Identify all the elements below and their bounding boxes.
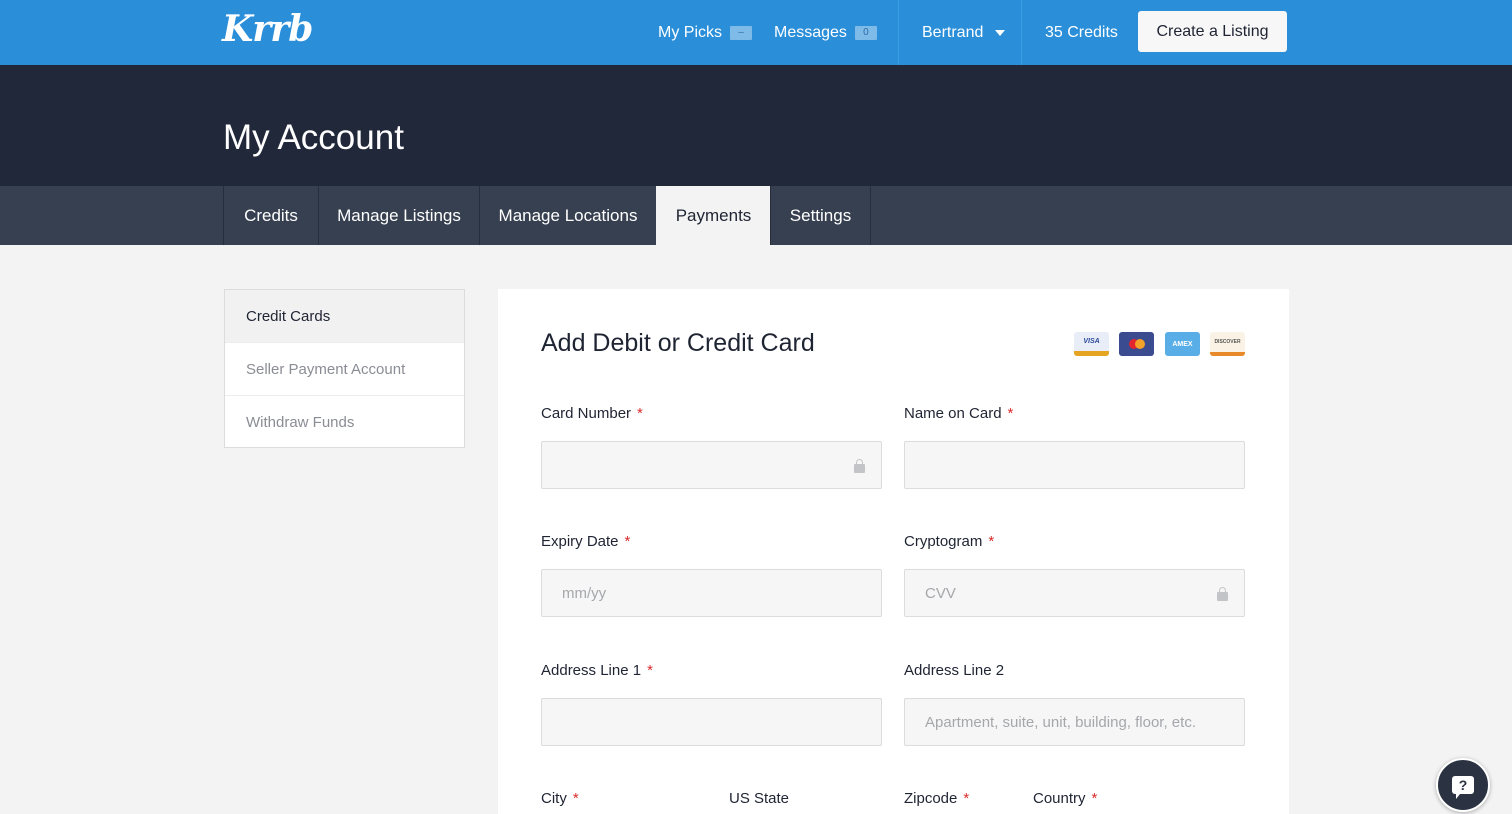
required-mark: * <box>572 790 579 807</box>
required-mark: * <box>647 662 653 679</box>
credits-link[interactable]: 35 Credits <box>1045 0 1118 65</box>
help-chat-button[interactable]: ? <box>1436 758 1490 812</box>
expiry-date-input[interactable] <box>541 569 882 617</box>
expiry-date-label-text: Expiry Date <box>541 533 619 550</box>
cryptogram-label: Cryptogram * <box>904 533 994 550</box>
payments-sidebar: Credit Cards Seller Payment Account With… <box>224 289 465 448</box>
required-mark: * <box>1091 790 1098 807</box>
required-mark: * <box>637 405 643 422</box>
tab-manage-locations[interactable]: Manage Locations <box>479 186 656 245</box>
address-line-2-input[interactable] <box>904 698 1245 746</box>
tab-manage-listings[interactable]: Manage Listings <box>318 186 479 245</box>
name-on-card-input[interactable] <box>904 441 1245 489</box>
lock-icon <box>854 459 865 473</box>
page-title: My Account <box>223 118 404 157</box>
visa-icon: VISA <box>1074 332 1109 356</box>
create-listing-button[interactable]: Create a Listing <box>1138 11 1287 52</box>
required-mark: * <box>963 790 970 807</box>
mastercard-icon <box>1119 332 1154 356</box>
card-number-input[interactable] <box>541 441 882 489</box>
address-line-1-input[interactable] <box>541 698 882 746</box>
tab-divider <box>870 186 871 245</box>
expiry-date-label: Expiry Date * <box>541 533 630 550</box>
sidebar-item-seller-payment-account[interactable]: Seller Payment Account <box>225 343 464 396</box>
nav-divider <box>1021 0 1022 65</box>
address-line-1-label: Address Line 1 * <box>541 662 653 679</box>
krrb-logo[interactable]: Krrb <box>222 8 313 50</box>
form-title: Add Debit or Credit Card <box>541 329 815 357</box>
country-label: Country * <box>1033 790 1097 807</box>
tab-credits[interactable]: Credits <box>223 186 318 245</box>
page-header: My Account <box>0 65 1512 186</box>
tab-payments[interactable]: Payments <box>656 186 770 245</box>
name-on-card-label-text: Name on Card <box>904 405 1002 422</box>
required-mark: * <box>988 533 995 550</box>
required-mark: * <box>1007 405 1014 422</box>
user-name: Bertrand <box>922 23 984 41</box>
lock-icon <box>1217 587 1228 601</box>
tab-settings[interactable]: Settings <box>770 186 870 245</box>
user-menu[interactable]: Bertrand <box>922 0 1006 65</box>
my-picks-link[interactable]: My Picks – <box>658 0 752 65</box>
card-number-label: Card Number * <box>541 405 643 422</box>
city-label-text: City <box>541 790 567 807</box>
name-on-card-label: Name on Card * <box>904 405 1013 422</box>
card-number-label-text: Card Number <box>541 405 632 422</box>
my-picks-badge: – <box>730 25 752 40</box>
city-label: City * <box>541 790 579 807</box>
address-line-1-label-text: Address Line 1 <box>541 662 642 679</box>
cryptogram-label-text: Cryptogram <box>904 533 983 550</box>
us-state-label: US State <box>729 790 790 807</box>
zipcode-label-text: Zipcode <box>904 790 958 807</box>
zipcode-label: Zipcode * <box>904 790 969 807</box>
messages-link[interactable]: Messages 0 <box>774 0 877 65</box>
top-navbar: Krrb My Picks – Messages 0 Bertrand 35 C… <box>0 0 1512 65</box>
sidebar-item-credit-cards[interactable]: Credit Cards <box>225 290 464 343</box>
account-tabs: Credits Manage Listings Manage Locations… <box>0 186 1512 245</box>
add-card-panel: Add Debit or Credit Card VISA AMEX DISCO… <box>498 289 1289 814</box>
country-label-text: Country <box>1033 790 1086 807</box>
amex-icon: AMEX <box>1165 332 1200 356</box>
nav-divider <box>898 0 899 65</box>
required-mark: * <box>624 533 631 550</box>
messages-label: Messages <box>774 23 847 41</box>
my-picks-label: My Picks <box>658 23 722 41</box>
discover-icon: DISCOVER <box>1210 332 1245 356</box>
sidebar-item-withdraw-funds[interactable]: Withdraw Funds <box>225 396 464 449</box>
messages-badge: 0 <box>854 25 877 40</box>
cvv-input[interactable] <box>904 569 1245 617</box>
address-line-2-label: Address Line 2 <box>904 662 1005 679</box>
help-icon: ? <box>1452 776 1474 799</box>
chevron-down-icon <box>995 29 1006 36</box>
mastercard-yellow-circle <box>1134 339 1145 349</box>
